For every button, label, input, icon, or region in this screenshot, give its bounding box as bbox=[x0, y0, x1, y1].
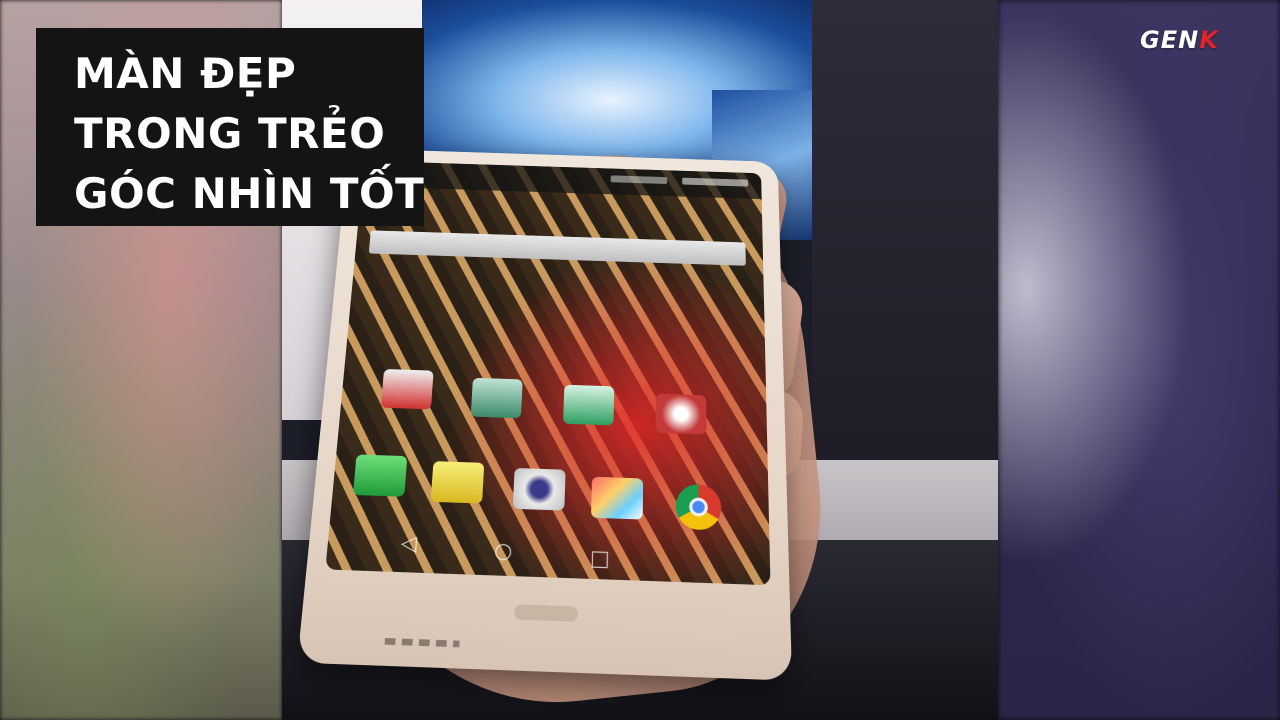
caption-line: TRONG TRẺO bbox=[74, 109, 386, 158]
brand-suffix: K bbox=[1199, 26, 1219, 54]
gallery-icon bbox=[470, 377, 523, 419]
caption-line: MÀN ĐẸP bbox=[74, 49, 297, 98]
back-icon: ◁ bbox=[399, 529, 418, 556]
home-icon: ○ bbox=[493, 537, 513, 564]
chrome-icon bbox=[675, 483, 722, 531]
gallery-alt-icon bbox=[590, 476, 644, 520]
status-icons bbox=[610, 175, 668, 185]
recent-apps-icon: □ bbox=[589, 544, 610, 571]
phone-logo bbox=[514, 604, 579, 622]
camera-icon bbox=[512, 467, 566, 511]
genk-logo: GENK bbox=[1140, 26, 1219, 54]
photos-icon bbox=[563, 384, 615, 426]
settings-icon bbox=[655, 393, 707, 435]
caption-line: GÓC NHÌN TỐT bbox=[74, 169, 425, 218]
phone-icon bbox=[352, 454, 408, 497]
brand-prefix: GEN bbox=[1140, 26, 1200, 54]
contacts-icon bbox=[380, 369, 434, 410]
messages-icon bbox=[430, 461, 485, 504]
smartphone: ◁ ○ □ bbox=[297, 148, 793, 681]
phone-search-bar bbox=[368, 230, 746, 266]
blurred-background-right bbox=[998, 0, 1280, 720]
video-frame: ◁ ○ □ MÀN ĐẸP TRONG TRẺO GÓC NHÌN TỐT GE… bbox=[0, 0, 1280, 720]
status-time bbox=[682, 177, 749, 187]
background-dark-panel bbox=[812, 0, 998, 470]
caption-box: MÀN ĐẸP TRONG TRẺO GÓC NHÌN TỐT bbox=[36, 28, 424, 226]
